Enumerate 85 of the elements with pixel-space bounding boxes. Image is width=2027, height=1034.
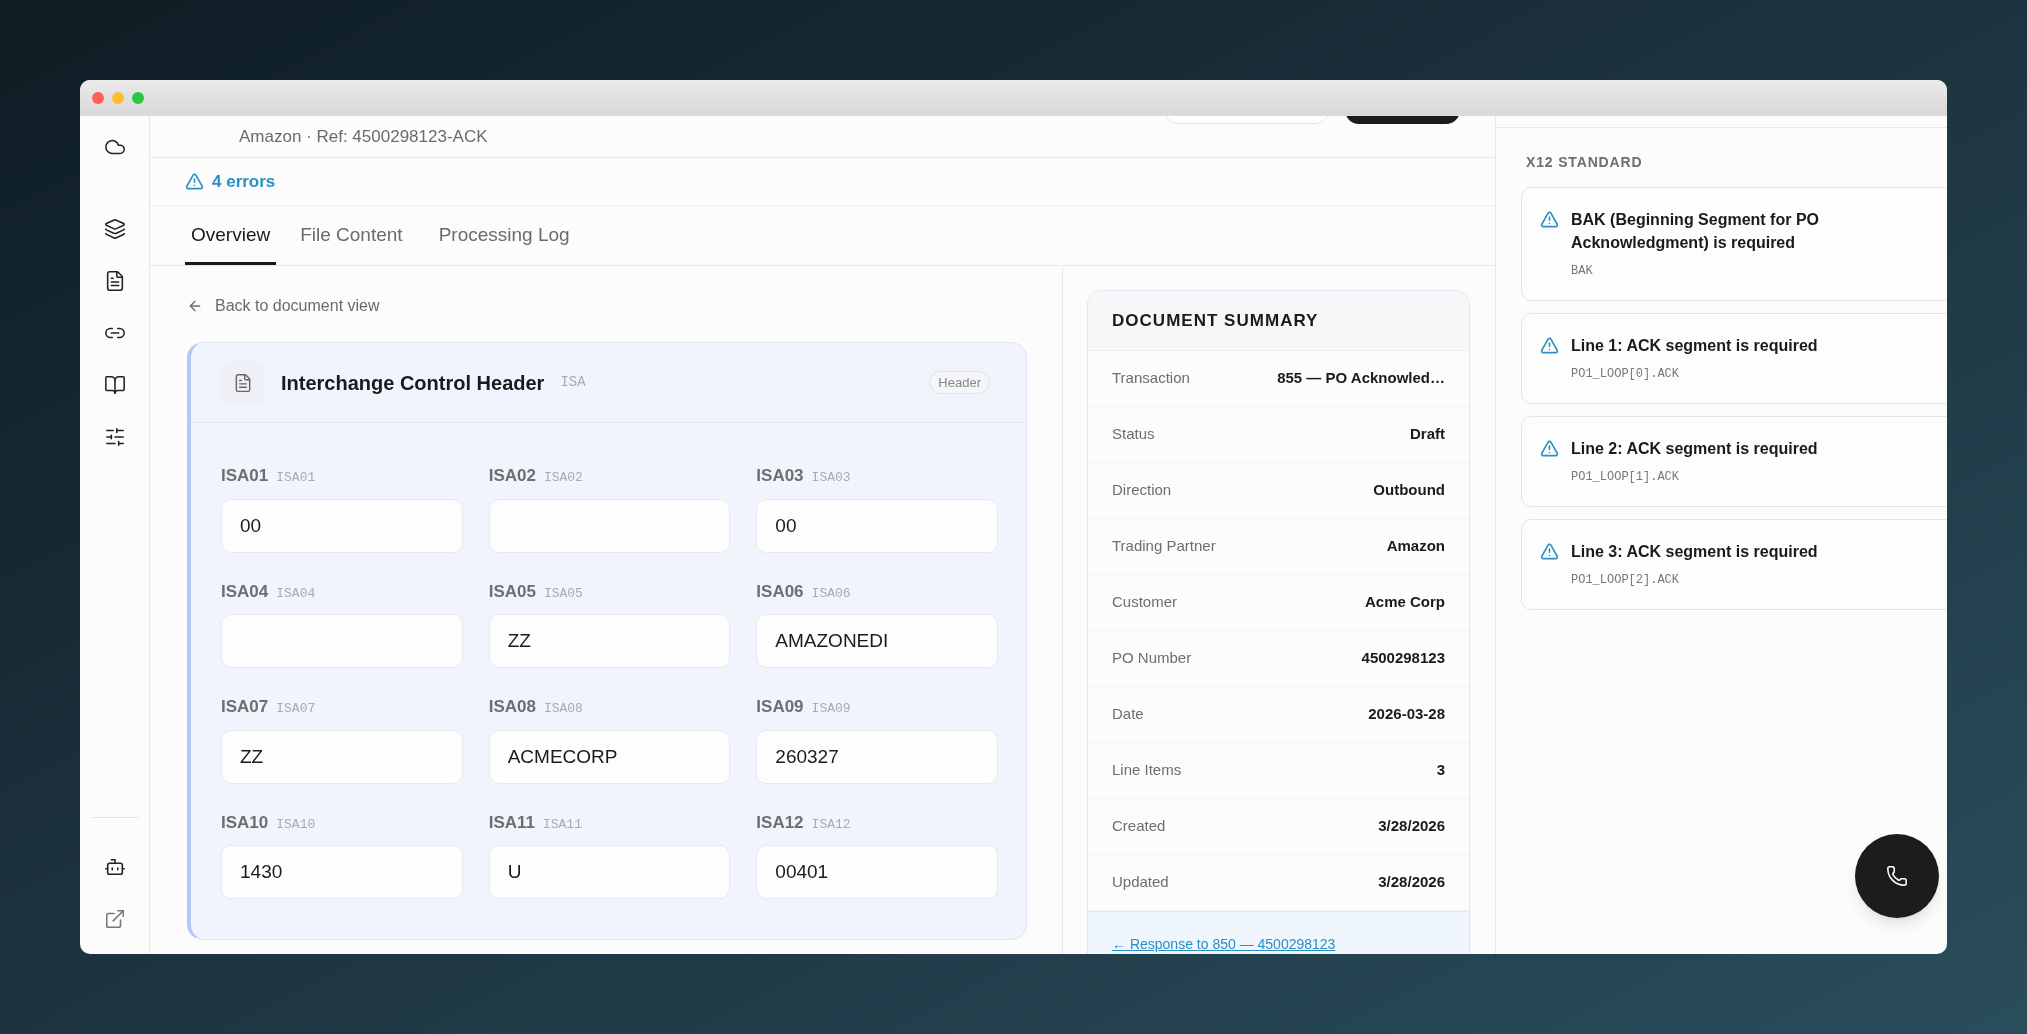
summary-value: 4500298123 — [1361, 648, 1445, 669]
warning-icon — [185, 172, 204, 191]
error-message: Line 1: ACK segment is required — [1571, 336, 1818, 356]
error-message: Line 2: ACK segment is required — [1571, 439, 1818, 459]
warning-icon — [1540, 336, 1559, 355]
field-code: ISA01 — [276, 469, 316, 487]
input-field[interactable]: ACMECORP — [488, 729, 731, 784]
book-icon[interactable] — [103, 374, 126, 396]
summary-value: Outbound — [1373, 480, 1445, 501]
input-field[interactable]: U — [488, 845, 731, 899]
input-field[interactable]: ZZ — [488, 614, 731, 668]
summary-value: 3/28/2026 — [1378, 872, 1445, 893]
field-label: ISA08 — [488, 696, 536, 718]
tab[interactable]: File Content — [288, 206, 415, 265]
summary-label: Customer — [1112, 592, 1178, 613]
error-message: Line 3: ACK segment is required — [1571, 542, 1818, 562]
field-code: ISA04 — [276, 584, 316, 603]
summary-value: 855 — PO Acknowled… — [1277, 368, 1445, 389]
summary-value: 2026-03-28 — [1368, 704, 1445, 725]
field-label: ISA01 — [221, 465, 269, 487]
errors-link[interactable]: 4 errors — [185, 168, 276, 195]
field-code: ISA05 — [543, 584, 583, 603]
input-field[interactable]: 00401 — [756, 845, 998, 899]
summary-label: Direction — [1112, 480, 1172, 501]
field-label: ISA03 — [756, 465, 804, 487]
summary-label: Line Items — [1112, 760, 1182, 781]
field-label: ISA04 — [221, 580, 269, 603]
input-field[interactable]: AMAZONEDI — [756, 614, 998, 668]
field-label: ISA12 — [756, 811, 804, 834]
layers-icon[interactable] — [103, 218, 126, 240]
field-label: ISA10 — [221, 811, 269, 834]
summary-label: Transaction — [1112, 368, 1190, 389]
bot-icon[interactable] — [103, 856, 126, 878]
error-path: PO1_LOOP[0].ACK — [1571, 366, 1681, 383]
error-path: PO1_LOOP[2].ACK — [1571, 572, 1681, 589]
field-code: ISA08 — [543, 700, 583, 718]
field-code: ISA09 — [811, 700, 851, 718]
section-heading: X12 STANDARD — [1526, 153, 1644, 172]
input-field[interactable]: 00 — [221, 498, 463, 553]
summary-label: Updated — [1112, 872, 1169, 893]
summary-label: PO Number — [1112, 648, 1192, 669]
error-path: BAK — [1571, 263, 1594, 280]
input-field[interactable]: 00 — [756, 498, 998, 553]
summary-label: Created — [1112, 816, 1166, 837]
phone-icon — [1886, 865, 1908, 887]
field-code: ISA11 — [542, 815, 582, 834]
warning-icon — [1540, 439, 1559, 458]
back-link[interactable]: Back to document view — [187, 296, 380, 316]
summary-label: Trading Partner — [1112, 536, 1216, 557]
field-code: ISA10 — [276, 815, 316, 834]
document-icon — [233, 372, 253, 393]
input-field[interactable]: 1430 — [221, 845, 463, 899]
field-code: ISA02 — [543, 469, 583, 487]
summary-value: 3 — [1436, 760, 1445, 781]
tab[interactable]: Processing Log — [426, 206, 582, 265]
segment-code: ISA — [560, 373, 586, 392]
field-label: ISA09 — [756, 696, 804, 718]
segment-title: Interchange Control Header — [281, 370, 545, 396]
external-link-icon[interactable] — [103, 908, 126, 930]
summary-value: Draft — [1410, 424, 1445, 445]
page-subtitle: Amazon · Ref: 4500298123-ACK — [239, 127, 488, 147]
field-label: ISA02 — [488, 465, 536, 487]
warning-icon — [1540, 542, 1559, 561]
field-label: ISA05 — [488, 580, 536, 603]
summary-label: Date — [1112, 704, 1144, 725]
summary-value: Acme Corp — [1364, 592, 1445, 613]
tab[interactable]: Overview — [185, 206, 277, 265]
error-path: PO1_LOOP[1].ACK — [1571, 469, 1681, 486]
field-label: ISA06 — [756, 580, 804, 603]
segment-badge: Header — [929, 370, 990, 395]
settings-icon[interactable] — [103, 426, 126, 448]
summary-value: Amazon — [1386, 536, 1445, 557]
field-code: ISA07 — [276, 700, 316, 718]
field-code: ISA06 — [811, 584, 851, 603]
warning-icon — [1540, 210, 1559, 229]
error-message: BAK (Beginning Segment for PO Acknowledgment) is required — [1571, 210, 1820, 253]
field-code: ISA03 — [811, 469, 851, 487]
field-code: ISA12 — [811, 815, 851, 834]
field-label: ISA11 — [488, 811, 535, 834]
input-field[interactable]: 260327 — [756, 729, 998, 784]
field-label: ISA07 — [221, 696, 269, 718]
input-field[interactable]: ZZ — [221, 729, 463, 784]
summary-label: Status — [1112, 424, 1155, 445]
summary-value: 3/28/2026 — [1378, 816, 1445, 837]
summary-title: DOCUMENT SUMMARY — [1112, 309, 1319, 332]
